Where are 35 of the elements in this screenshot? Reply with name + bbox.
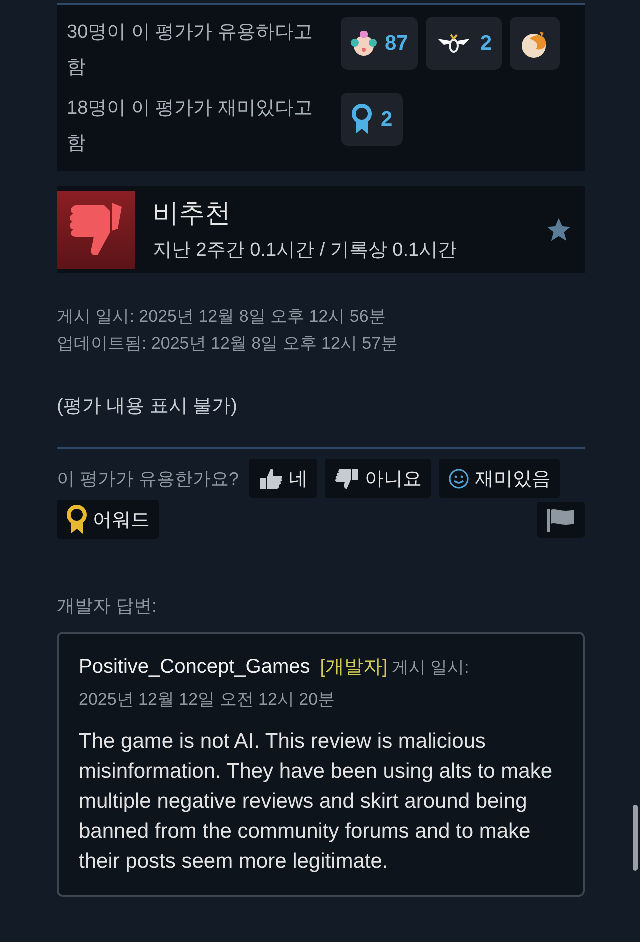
scrollbar-thumb[interactable]	[633, 805, 638, 871]
posted-label: 게시 일시:	[392, 657, 470, 679]
vote-button[interactable]: 재미있음	[439, 459, 560, 498]
report-flag-button[interactable]	[537, 502, 585, 538]
award-count: 2	[381, 108, 393, 132]
review-content: (평가 내용 표시 불가)	[57, 395, 238, 419]
winged-ring-icon	[436, 32, 472, 54]
award-count: 87	[385, 32, 408, 56]
award-ribbon-icon	[66, 504, 88, 534]
vote-count-text: 18명이 이 평가가 재미있다고 함	[67, 97, 314, 156]
award-badge[interactable]: 2	[341, 93, 403, 146]
posted-date: 게시 일시: 2025년 12월 8일 오후 12시 56분	[57, 306, 387, 328]
flag-icon	[546, 506, 576, 532]
smiley-icon	[448, 468, 470, 490]
award-count: 2	[480, 32, 492, 56]
thumbs-up-icon	[258, 466, 284, 490]
thumbs-down-icon	[334, 466, 360, 490]
developer-tag: [개발자]	[320, 654, 388, 680]
award-badge[interactable]: 2	[426, 17, 502, 70]
ribbon-icon	[351, 104, 373, 136]
response-date: 2025년 12월 12일 오전 12시 20분	[79, 689, 336, 711]
award-button[interactable]: 어워드	[57, 500, 159, 539]
vote-button[interactable]: 네	[249, 459, 318, 498]
playtime-text: 지난 2주간 0.1시간 / 기록상 0.1시간	[153, 239, 458, 263]
award-badge[interactable]	[510, 17, 560, 70]
clown-face-icon	[351, 30, 377, 58]
helpful-question: 이 평가가 유용한가요?	[57, 468, 240, 490]
developer-name[interactable]: Positive_Concept_Games	[79, 656, 310, 679]
vote-count-text: 30명이 이 평가가 유용하다고 함	[67, 21, 314, 80]
vote-button[interactable]: 아니요	[325, 459, 432, 498]
verdict-title: 비추천	[153, 197, 232, 230]
award-badge[interactable]: 87	[341, 17, 418, 70]
response-text: The game is not AI. This review is malicious misinformation. They have been using alts to make multiple negative reviews and skirt around being banned from the community forums and to make their posts seem more legitimate.	[79, 729, 554, 875]
updated-date: 업데이트됨: 2025년 12월 8일 오후 12시 57분	[57, 333, 400, 355]
developer-response-heading: 개발자 답변:	[57, 595, 158, 618]
